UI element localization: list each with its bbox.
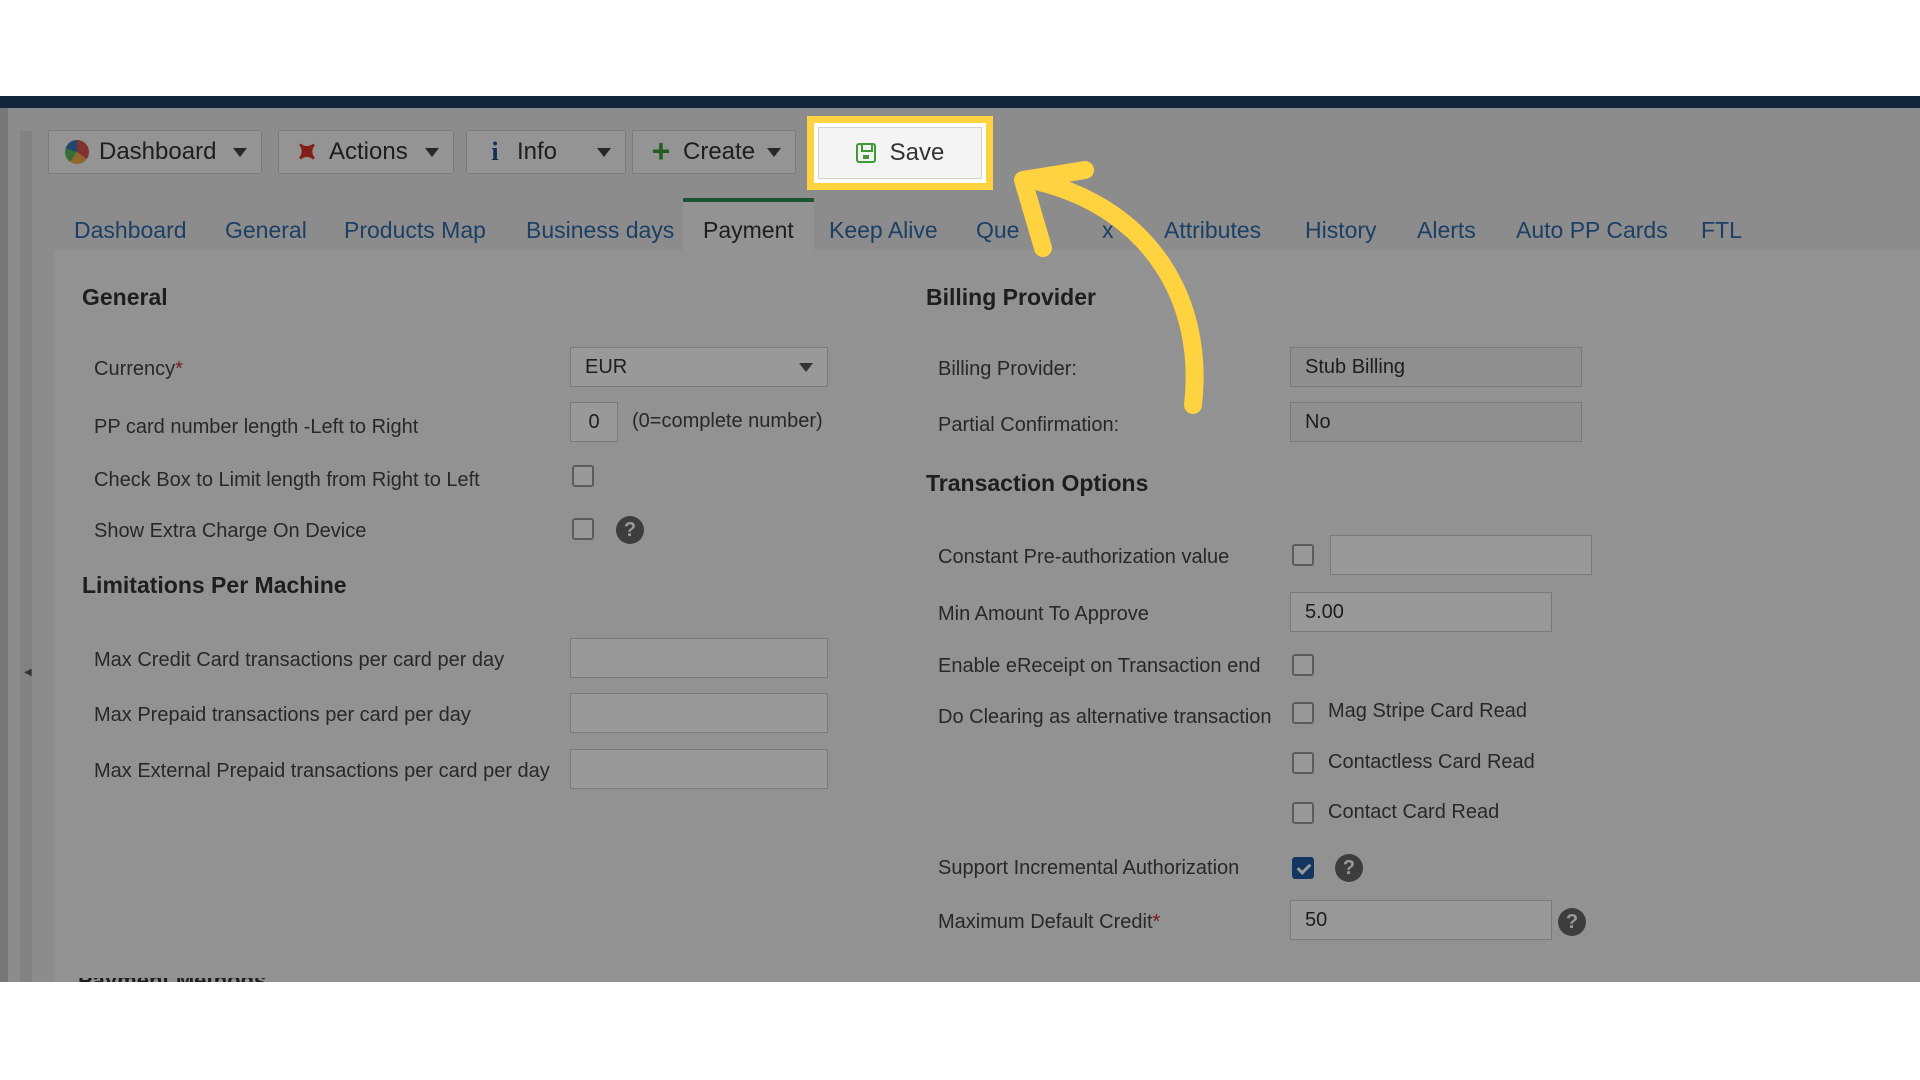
chevron-down-icon [799, 363, 813, 372]
min-amount-label: Min Amount To Approve [938, 603, 1149, 625]
const-preauth-checkbox[interactable] [1292, 544, 1314, 566]
mag-stripe-checkbox[interactable] [1292, 702, 1314, 724]
min-amount-input[interactable]: 5.00 [1290, 592, 1552, 632]
info-menu-button[interactable]: i Info [466, 130, 626, 174]
left-rail [0, 108, 8, 982]
help-icon[interactable]: ? [616, 516, 644, 544]
dashboard-menu-button[interactable]: Dashboard [48, 130, 262, 174]
limit-rtl-label: Check Box to Limit length from Right to … [94, 469, 480, 491]
tab-bar: Dashboard General Products Map Business … [54, 198, 1920, 256]
tab-keep-alive[interactable]: Keep Alive [829, 204, 938, 256]
tab-products-map[interactable]: Products Map [344, 204, 486, 256]
tab-payment[interactable]: Payment [683, 198, 814, 256]
contactless-checkbox[interactable] [1292, 752, 1314, 774]
max-default-credit-input[interactable]: 50 [1290, 900, 1552, 940]
actions-menu-label: Actions [329, 138, 408, 165]
ereceipt-checkbox[interactable] [1292, 654, 1314, 676]
mag-stripe-label: Mag Stripe Card Read [1328, 700, 1527, 722]
chevron-down-icon [767, 148, 781, 157]
limit-rtl-checkbox[interactable] [572, 465, 594, 487]
currency-select[interactable]: EUR [570, 347, 828, 387]
limitations-section-title: Limitations Per Machine [82, 572, 347, 598]
help-icon[interactable]: ? [1558, 908, 1586, 936]
clearing-label: Do Clearing as alternative transaction [938, 706, 1272, 728]
partial-confirmation-field: No [1290, 402, 1582, 442]
create-menu-button[interactable]: + Create [632, 130, 796, 174]
max-ext-prepaid-input[interactable] [570, 749, 828, 789]
currency-label: Currency* [94, 358, 183, 380]
lightning-icon: ⯍ [296, 136, 318, 167]
tab-history[interactable]: History [1305, 204, 1377, 256]
currency-value: EUR [585, 356, 628, 378]
billing-section-title: Billing Provider [926, 284, 1096, 310]
general-section-title: General [82, 284, 168, 310]
tab-attributes[interactable]: Attributes [1164, 204, 1261, 256]
tab-general[interactable]: General [225, 204, 307, 256]
pp-length-label: PP card number length -Left to Right [94, 416, 419, 438]
contactless-label: Contactless Card Read [1328, 751, 1535, 773]
tab-ftl[interactable]: FTL [1701, 204, 1742, 256]
const-preauth-input[interactable] [1330, 535, 1592, 575]
ereceipt-label: Enable eReceipt on Transaction end [938, 655, 1261, 677]
tab-dashboard[interactable]: Dashboard [74, 204, 187, 256]
collapse-icon[interactable]: ◀ [24, 667, 32, 678]
tab-auto-pp-cards[interactable]: Auto PP Cards [1516, 204, 1668, 256]
extra-charge-checkbox[interactable] [572, 518, 594, 540]
partial-confirmation-label: Partial Confirmation: [938, 414, 1120, 436]
top-bar [0, 96, 1920, 108]
extra-charge-label: Show Extra Charge On Device [94, 520, 367, 542]
chart-pie-icon [65, 140, 89, 164]
max-ext-prepaid-label: Max External Prepaid transactions per ca… [94, 760, 550, 782]
actions-menu-button[interactable]: ⯍ Actions [278, 130, 454, 174]
pp-length-input[interactable]: 0 [570, 402, 618, 442]
chevron-down-icon [597, 148, 611, 157]
billing-provider-field: Stub Billing [1290, 347, 1582, 387]
tab-partial[interactable]: x [1102, 204, 1114, 256]
next-section-title: Payment Methods [78, 978, 298, 982]
billing-provider-label: Billing Provider: [938, 358, 1077, 380]
contact-checkbox[interactable] [1292, 802, 1314, 824]
max-prepaid-input[interactable] [570, 693, 828, 733]
floppy-disk-icon [855, 143, 876, 163]
info-icon: i [491, 137, 499, 166]
incremental-auth-label: Support Incremental Authorization [938, 857, 1240, 879]
chevron-down-icon [425, 148, 439, 157]
tab-queue[interactable]: Que [976, 204, 1019, 256]
tab-alerts[interactable]: Alerts [1417, 204, 1476, 256]
max-credit-card-input[interactable] [570, 638, 828, 678]
create-menu-label: Create [683, 138, 756, 165]
pp-length-hint: (0=complete number) [632, 410, 823, 432]
app-window: ◀ Dashboard ⯍ Actions i Info + Create Da… [0, 96, 1920, 982]
info-menu-label: Info [517, 138, 558, 165]
max-default-credit-label: Maximum Default Credit* [938, 911, 1161, 933]
tab-business-days[interactable]: Business days [526, 204, 674, 256]
incremental-auth-checkbox[interactable] [1292, 857, 1314, 879]
max-credit-card-label: Max Credit Card transactions per card pe… [94, 649, 505, 671]
max-prepaid-label: Max Prepaid transactions per card per da… [94, 704, 471, 726]
contact-label: Contact Card Read [1328, 801, 1500, 823]
sidebar-collapse-bar[interactable] [20, 131, 32, 982]
transaction-section-title: Transaction Options [926, 470, 1149, 496]
dashboard-menu-label: Dashboard [99, 138, 217, 165]
save-button-label: Save [889, 139, 945, 166]
save-button[interactable]: Save [818, 127, 982, 179]
plus-icon: + [651, 133, 671, 169]
chevron-down-icon [233, 148, 247, 157]
help-icon[interactable]: ? [1335, 854, 1363, 882]
const-preauth-label: Constant Pre-authorization value [938, 546, 1230, 568]
